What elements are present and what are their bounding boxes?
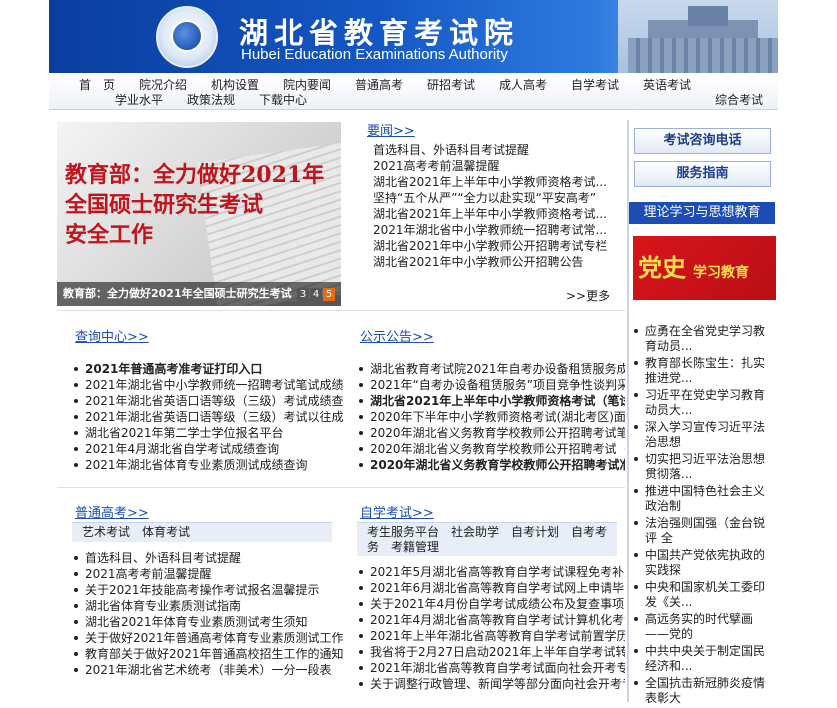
query-item[interactable]: 2021年湖北省体育专业素质测试成绩查询 (72, 457, 344, 473)
nav-download[interactable]: 下载中心 (259, 93, 307, 108)
notice-item[interactable]: 2020年湖北省义务教育学校教师公开招聘考试准 (357, 457, 625, 473)
news-item[interactable]: 湖北省2021年中小学教师公开招聘公告 (373, 254, 613, 270)
party-study-item[interactable]: 中央和国家机关工委印发《关... (633, 580, 773, 610)
slide-number-3[interactable]: 3 (297, 288, 309, 301)
nav-news[interactable]: 院内要闻 (283, 78, 331, 93)
notice-section-title[interactable]: 公示公告>> (360, 326, 434, 345)
news-section-title[interactable]: 要闻>> (367, 120, 415, 139)
news-item[interactable]: 坚持“五个从严”“全力以赴实现“平安高考” (373, 190, 613, 206)
nav-xueye[interactable]: 学业水平 (115, 93, 163, 108)
zikao-list: 2021年5月湖北省高等教育自学考试课程免考补办 2021年6月湖北省高等教育自… (357, 564, 625, 692)
zikao-item[interactable]: 2021年5月湖北省高等教育自学考试课程免考补办 (357, 564, 625, 580)
news-more-link[interactable]: >>更多 (566, 287, 610, 304)
nav-zikao[interactable]: 自学考试 (571, 78, 619, 93)
party-study-item[interactable]: 切实把习近平法治思想贯彻落... (633, 452, 773, 482)
globe-icon (171, 20, 203, 52)
theory-study-banner[interactable]: 理论学习与思想教育 (629, 202, 775, 224)
party-study-item[interactable]: 中共中央关于制定国民经济和... (633, 644, 773, 674)
news-slider[interactable]: 教育部：全力做好2021年 全国硕士研究生考试 安全工作 教育部：全力做好202… (57, 122, 341, 306)
party-study-item[interactable]: 推进中国特色社会主义政治制 (633, 484, 773, 514)
party-study-item[interactable]: 高远务实的时代擘画——党的 (633, 612, 773, 642)
zikao-item[interactable]: 关于2021年4月份自学考试成绩公布及复查事项的 (357, 596, 625, 612)
query-item[interactable]: 2021年普通高考准考证打印入口 (72, 361, 344, 377)
zikao-item[interactable]: 2021年上半年湖北省高等教育自学考试前置学历 (357, 628, 625, 644)
nav-gaokao[interactable]: 普通高考 (355, 78, 403, 93)
zikao-item[interactable]: 关于调整行政管理、新闻学等部分面向社会开考专 (357, 676, 625, 692)
query-item[interactable]: 湖北省2021年第二学士学位报名平台 (72, 425, 344, 441)
slide-number-4[interactable]: 4 (310, 288, 322, 301)
news-item[interactable]: 首选科目、外语科目考试提醒 (373, 142, 613, 158)
gaokao-item[interactable]: 2021年湖北省艺术统考（非美术）一分一段表 (72, 662, 344, 678)
slider-headline-line: 安全工作 (65, 222, 154, 248)
nav-org[interactable]: 机构设置 (211, 78, 259, 93)
party-study-item[interactable]: 法治强则国强（金台锐评 全 (633, 516, 773, 546)
zikao-item[interactable]: 2021年6月湖北省高等教育自学考试网上申请毕业 (357, 580, 625, 596)
zikao-subtabs[interactable]: 考生服务平台 社会助学 自考计划 自考考 务 考籍管理 (357, 522, 617, 556)
divider (57, 310, 625, 311)
gaokao-item[interactable]: 关于做好2021年普通高考体育专业素质测试工作 (72, 630, 344, 646)
building-photo (618, 0, 778, 73)
consult-phone-button[interactable]: 考试咨询电话 (634, 128, 771, 154)
party-banner-big: 党史 (638, 253, 686, 282)
gaokao-item[interactable]: 湖北省体育专业素质测试指南 (72, 598, 344, 614)
query-item[interactable]: 2021年湖北省中小学教师统一招聘考试笔试成绩 (72, 377, 344, 393)
zikao-item[interactable]: 我省将于2月27日启动2021年上半年自学考试转考 (357, 644, 625, 660)
service-guide-button[interactable]: 服务指南 (634, 161, 771, 187)
notice-item[interactable]: 2021年“自考办设备租赁服务”项目竞争性谈判采购 (357, 377, 625, 393)
news-item[interactable]: 湖北省2021年上半年中小学教师资格考试... (373, 174, 613, 190)
party-study-item[interactable]: 教育部长陈宝生：扎实推进党... (633, 356, 773, 386)
news-list: 首选科目、外语科目考试提醒 2021高考考前温馨提醒 湖北省2021年上半年中小… (373, 142, 613, 270)
notice-list: 湖北省教育考试院2021年自考办设备租赁服务成 2021年“自考办设备租赁服务”… (357, 361, 625, 473)
nav-home[interactable]: 首 页 (79, 78, 115, 93)
notice-item[interactable]: 湖北省2021年上半年中小学教师资格考试（笔试 (357, 393, 625, 409)
query-section-title[interactable]: 查询中心>> (75, 326, 149, 345)
party-history-banner[interactable]: 党史 学习教育 (633, 236, 776, 300)
query-item[interactable]: 2021年湖北省英语口语等级（三级）考试成绩查 (72, 393, 344, 409)
notice-item[interactable]: 2020年湖北省义务教育学校教师公开招聘考试笔 (357, 425, 625, 441)
query-item[interactable]: 2021年湖北省英语口语等级（三级）考试以往成 (72, 409, 344, 425)
gaokao-item[interactable]: 首选科目、外语科目考试提醒 (72, 550, 344, 566)
party-study-item[interactable]: 深入学习宣传习近平法治思想 (633, 420, 773, 450)
zikao-subtabs-line: 考生服务平台 社会助学 自考计划 自考考 (367, 525, 608, 539)
gaokao-item[interactable]: 关于2021年技能高考操作考试报名温馨提示 (72, 582, 344, 598)
news-item[interactable]: 湖北省2021年上半年中小学教师资格考试... (373, 206, 613, 222)
news-item[interactable]: 2021高考考前温馨提醒 (373, 158, 613, 174)
gaokao-item[interactable]: 教育部关于做好2021年普通高校招生工作的通知 (72, 646, 344, 662)
site-logo[interactable] (156, 6, 218, 68)
notice-item[interactable]: 湖北省教育考试院2021年自考办设备租赁服务成 (357, 361, 625, 377)
party-study-item[interactable]: 应勇在全省党史学习教育动员... (633, 324, 773, 354)
nav-english[interactable]: 英语考试 (643, 78, 691, 93)
notice-item[interactable]: 2020年湖北省义务教育学校教师公开招聘考试（ (357, 441, 625, 457)
zikao-item[interactable]: 2021年湖北省高等教育自学考试面向社会开考专业 (357, 660, 625, 676)
nav-about[interactable]: 院况介绍 (139, 78, 187, 93)
nav-policy[interactable]: 政策法规 (187, 93, 235, 108)
nav-chengkao[interactable]: 成人高考 (499, 78, 547, 93)
nav-yanzhao[interactable]: 研招考试 (427, 78, 475, 93)
slider-headline: 教育部：全力做好2021年 全国硕士研究生考试 安全工作 (65, 160, 335, 250)
main-nav: 首 页 院况介绍 机构设置 院内要闻 普通高考 研招考试 成人高考 自学考试 英… (49, 73, 778, 110)
zikao-item[interactable]: 2021年4月湖北省高等教育自学考试计算机化考试（0000 (357, 612, 625, 628)
slider-headline-line: 全国硕士研究生考试 (65, 192, 264, 218)
notice-item[interactable]: 2020年下半年中小学教师资格考试(湖北考区)面 (357, 409, 625, 425)
gaokao-section-title[interactable]: 普通高考>> (75, 502, 149, 521)
news-item[interactable]: 2021年湖北省中小学教师统一招聘考试常... (373, 222, 613, 238)
divider (57, 487, 625, 488)
site-subtitle: Hubei Education Examinations Authority (241, 46, 508, 63)
party-banner-small: 学习教育 (693, 265, 749, 281)
zikao-subtabs-line: 务 考籍管理 (367, 540, 440, 554)
gaokao-subtabs[interactable]: 艺术考试 体育考试 (72, 522, 332, 542)
gaokao-item[interactable]: 湖北省2021年体育专业素质测试考生须知 (72, 614, 344, 630)
query-list: 2021年普通高考准考证打印入口 2021年湖北省中小学教师统一招聘考试笔试成绩… (72, 361, 344, 473)
site-header: 湖北省教育考试院 Hubei Education Examinations Au… (49, 0, 778, 73)
gaokao-list: 首选科目、外语科目考试提醒 2021高考考前温馨提醒 关于2021年技能高考操作… (72, 550, 344, 678)
slider-headline-line: 教育部：全力做好2021年 (65, 162, 325, 188)
query-item[interactable]: 2021年4月湖北省自学考试成绩查询 (72, 441, 344, 457)
slide-number-5[interactable]: 5 (323, 288, 335, 301)
party-study-list: 应勇在全省党史学习教育动员... 教育部长陈宝生：扎实推进党... 习近平在党史… (633, 324, 773, 708)
zikao-section-title[interactable]: 自学考试>> (360, 502, 434, 521)
party-study-item[interactable]: 习近平在党史学习教育动员大... (633, 388, 773, 418)
gaokao-item[interactable]: 2021高考考前温馨提醒 (72, 566, 344, 582)
news-item[interactable]: 湖北省2021年中小学教师公开招聘考试专栏 (373, 238, 613, 254)
party-study-item[interactable]: 中国共产党依宪执政的实践探 (633, 548, 773, 578)
